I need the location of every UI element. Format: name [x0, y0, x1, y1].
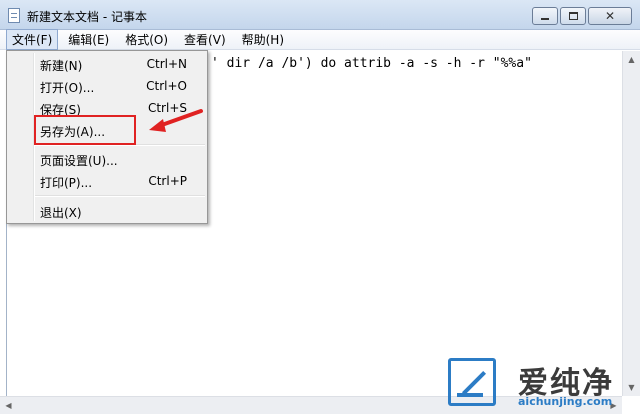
site-logo-icon — [448, 358, 496, 406]
menu-item-label: 打印(P)... — [40, 176, 93, 190]
menu-item-page-setup[interactable]: 页面设置(U)... — [7, 148, 207, 170]
menu-view[interactable]: 查看(V) — [178, 29, 232, 50]
menu-item-exit[interactable]: 退出(X) — [7, 200, 207, 222]
scroll-left-icon[interactable]: ◀ — [0, 397, 17, 414]
menu-item-shortcut: Ctrl+O — [146, 79, 187, 93]
menu-item-label: 退出(X) — [40, 206, 82, 220]
menu-item-label: 打开(O)... — [40, 81, 95, 95]
menu-bar: 文件(F) 编辑(E) 格式(O) 查看(V) 帮助(H) — [0, 29, 640, 50]
menu-item-label: 新建(N) — [40, 59, 83, 73]
menu-format[interactable]: 格式(O) — [119, 29, 174, 50]
window-title: 新建文本文档 - 记事本 — [27, 10, 147, 24]
menu-item-label: 页面设置(U)... — [40, 154, 118, 168]
red-arrow-icon — [149, 109, 203, 132]
close-button[interactable]: ✕ — [588, 7, 632, 25]
title-bar: 新建文本文档 - 记事本 ✕ — [0, 0, 640, 30]
notepad-icon — [8, 8, 20, 23]
menu-item-shortcut: Ctrl+P — [148, 174, 187, 188]
menu-help[interactable]: 帮助(H) — [236, 29, 290, 50]
vertical-scrollbar[interactable]: ▲ ▼ — [622, 51, 640, 396]
watermark: 爱纯净 aichunjing.com — [448, 358, 638, 410]
menu-item-print[interactable]: 打印(P)... Ctrl+P — [7, 170, 207, 192]
window-controls: ✕ — [530, 7, 632, 25]
menu-edit[interactable]: 编辑(E) — [62, 29, 115, 50]
maximize-icon — [568, 12, 578, 20]
menu-separator — [35, 195, 205, 197]
menu-item-new[interactable]: 新建(N) Ctrl+N — [7, 53, 207, 75]
menu-file[interactable]: 文件(F) — [6, 29, 59, 50]
maximize-button[interactable] — [560, 7, 586, 25]
highlight-annotation-box — [34, 115, 136, 145]
editor-content[interactable]: ' dir /a /b') do attrib -a -s -h -r "%%a… — [211, 56, 532, 71]
minimize-button[interactable] — [532, 7, 558, 25]
scroll-up-icon[interactable]: ▲ — [623, 51, 640, 68]
watermark-url: aichunjing.com — [518, 395, 613, 408]
close-icon: ✕ — [604, 9, 616, 23]
menu-item-shortcut: Ctrl+N — [146, 57, 187, 71]
minimize-icon — [541, 18, 549, 20]
menu-item-open[interactable]: 打开(O)... Ctrl+O — [7, 75, 207, 97]
